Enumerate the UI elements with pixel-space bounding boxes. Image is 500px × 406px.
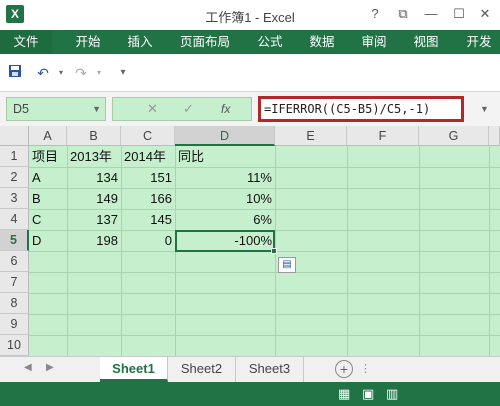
row-header-1[interactable]: 1: [0, 146, 29, 167]
tab-review[interactable]: 审阅: [354, 30, 394, 54]
sheet-tab-sheet2[interactable]: Sheet2: [168, 357, 236, 382]
cell-c1[interactable]: 2014年: [121, 146, 181, 167]
cell-d1[interactable]: 同比: [175, 146, 275, 167]
row-header-6[interactable]: 6: [0, 251, 29, 272]
tab-data[interactable]: 数据: [302, 30, 342, 54]
ribbon-tabs: 文件 开始 插入 页面布局 公式 数据 审阅 视图 开发: [0, 30, 500, 54]
gridline: [29, 293, 500, 294]
normal-view-icon[interactable]: ▦: [338, 386, 350, 402]
cell-d2[interactable]: 11%: [175, 167, 275, 188]
customize-toolbar-icon[interactable]: ▾: [114, 64, 132, 82]
undo-icon[interactable]: ↶: [34, 64, 52, 82]
tab-page-layout[interactable]: 页面布局: [172, 30, 238, 54]
cell-b1[interactable]: 2013年: [67, 146, 127, 167]
page-layout-view-icon[interactable]: ▣: [362, 386, 374, 402]
cell-a3[interactable]: B: [29, 188, 67, 209]
column-header-d[interactable]: D: [175, 126, 275, 146]
prev-sheet-icon[interactable]: ◀: [24, 362, 32, 373]
minimize-button[interactable]: —: [420, 4, 442, 24]
cell-c3[interactable]: 166: [121, 188, 175, 209]
tab-developer[interactable]: 开发: [458, 30, 500, 54]
row-header-5[interactable]: 5: [0, 230, 29, 251]
sheet-tab-sheet3[interactable]: Sheet3: [236, 357, 304, 382]
gridline: [29, 335, 500, 336]
sheet-scroll-options-icon[interactable]: ⋮: [360, 362, 371, 375]
name-box[interactable]: D5 ▼: [6, 97, 106, 121]
fill-handle[interactable]: [271, 248, 277, 254]
row-header-8[interactable]: 8: [0, 293, 29, 314]
next-sheet-icon[interactable]: ▶: [46, 362, 54, 373]
column-header-g[interactable]: G: [419, 126, 489, 146]
cell-b4[interactable]: 137: [67, 209, 121, 230]
gridline: [29, 314, 500, 315]
title-bar: X 工作簿1 - Excel ? ⧉ — ☐ ✕: [0, 0, 500, 30]
cell-b2[interactable]: 134: [67, 167, 121, 188]
row-header-7[interactable]: 7: [0, 272, 29, 293]
expand-formula-bar-icon[interactable]: ▼: [480, 104, 489, 114]
row-header-4[interactable]: 4: [0, 209, 29, 230]
gridline: [29, 272, 500, 273]
insert-function-icon[interactable]: fx: [221, 98, 230, 120]
tab-formulas[interactable]: 公式: [250, 30, 290, 54]
row-header-3[interactable]: 3: [0, 188, 29, 209]
cell-b3[interactable]: 149: [67, 188, 121, 209]
cell-a4[interactable]: C: [29, 209, 67, 230]
formula-input[interactable]: =IFERROR((C5-B5)/C5,-1): [258, 96, 464, 122]
maximize-button[interactable]: ☐: [448, 4, 470, 24]
cell-d3[interactable]: 10%: [175, 188, 275, 209]
status-bar: ▦ ▣ ▥: [0, 382, 500, 406]
cell-b5[interactable]: 198: [67, 230, 121, 251]
column-header-e[interactable]: E: [275, 126, 347, 146]
tab-file[interactable]: 文件: [0, 30, 52, 54]
auto-fill-options-icon[interactable]: ▤: [278, 257, 296, 273]
column-header-partial: [489, 126, 500, 146]
column-header-a[interactable]: A: [29, 126, 67, 146]
quick-access-toolbar: ↶ ▾ ↷ ▾ ▾: [0, 54, 500, 92]
cell-c4[interactable]: 145: [121, 209, 175, 230]
formula-bar-area: D5 ▼ ✕ ✓ fx =IFERROR((C5-B5)/C5,-1) ▼: [0, 92, 500, 126]
redo-dropdown-icon[interactable]: ▾: [90, 64, 108, 82]
cell-c2[interactable]: 151: [121, 167, 175, 188]
redo-icon[interactable]: ↷: [72, 64, 90, 82]
ribbon-display-icon[interactable]: ⧉: [392, 4, 414, 24]
help-button[interactable]: ?: [364, 4, 386, 24]
row-header-2[interactable]: 2: [0, 167, 29, 188]
page-break-view-icon[interactable]: ▥: [386, 386, 398, 402]
sheet-tab-bar: ◀ ▶ Sheet1 Sheet2 Sheet3 + ⋮: [0, 356, 500, 382]
cell-d4[interactable]: 6%: [175, 209, 275, 230]
undo-dropdown-icon[interactable]: ▾: [52, 64, 70, 82]
spreadsheet-grid[interactable]: A B C D E F G 1 2 3 4 5 6 7 8 9 10 项目 20…: [0, 126, 500, 356]
save-icon[interactable]: [6, 64, 24, 82]
row-header-9[interactable]: 9: [0, 314, 29, 335]
cell-a2[interactable]: A: [29, 167, 67, 188]
name-box-value: D5: [13, 102, 29, 116]
formula-buttons: ✕ ✓ fx: [112, 97, 252, 121]
name-box-dropdown-icon[interactable]: ▼: [92, 98, 101, 120]
tab-insert[interactable]: 插入: [120, 30, 160, 54]
sheet-tab-sheet1[interactable]: Sheet1: [100, 357, 168, 382]
column-header-b[interactable]: B: [67, 126, 121, 146]
active-cell-border: [175, 230, 275, 252]
add-sheet-icon[interactable]: +: [335, 360, 353, 378]
tab-view[interactable]: 视图: [406, 30, 446, 54]
enter-icon[interactable]: ✓: [183, 98, 194, 120]
column-header-f[interactable]: F: [347, 126, 419, 146]
close-button[interactable]: ✕: [474, 4, 496, 24]
select-all-corner[interactable]: [0, 126, 29, 146]
cancel-icon[interactable]: ✕: [147, 98, 158, 120]
cell-a5[interactable]: D: [29, 230, 67, 251]
tab-home[interactable]: 开始: [68, 30, 108, 54]
cell-c5[interactable]: 0: [121, 230, 175, 251]
column-header-c[interactable]: C: [121, 126, 175, 146]
row-header-10[interactable]: 10: [0, 335, 29, 356]
